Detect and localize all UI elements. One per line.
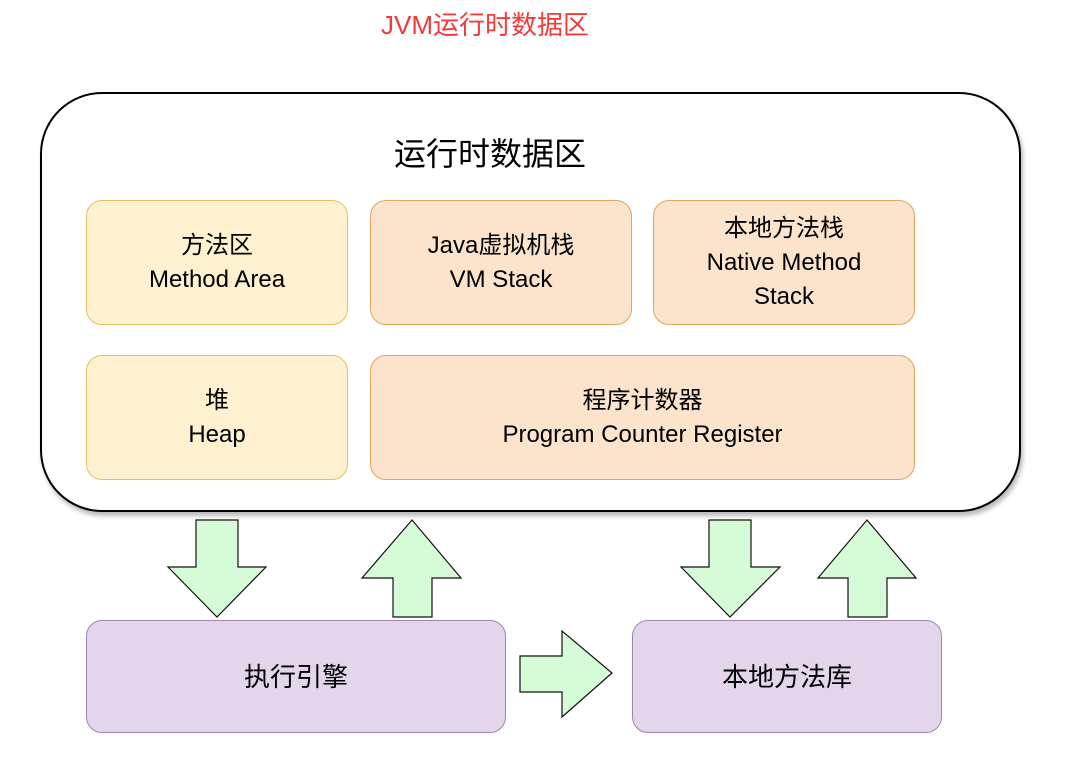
arrows-layer bbox=[166, 519, 918, 719]
up-arrow-icon bbox=[360, 519, 463, 618]
down-arrow-icon bbox=[166, 519, 268, 618]
right-arrow-icon bbox=[519, 629, 613, 719]
up-arrow-icon bbox=[816, 519, 918, 618]
down-arrow-icon bbox=[679, 519, 782, 618]
